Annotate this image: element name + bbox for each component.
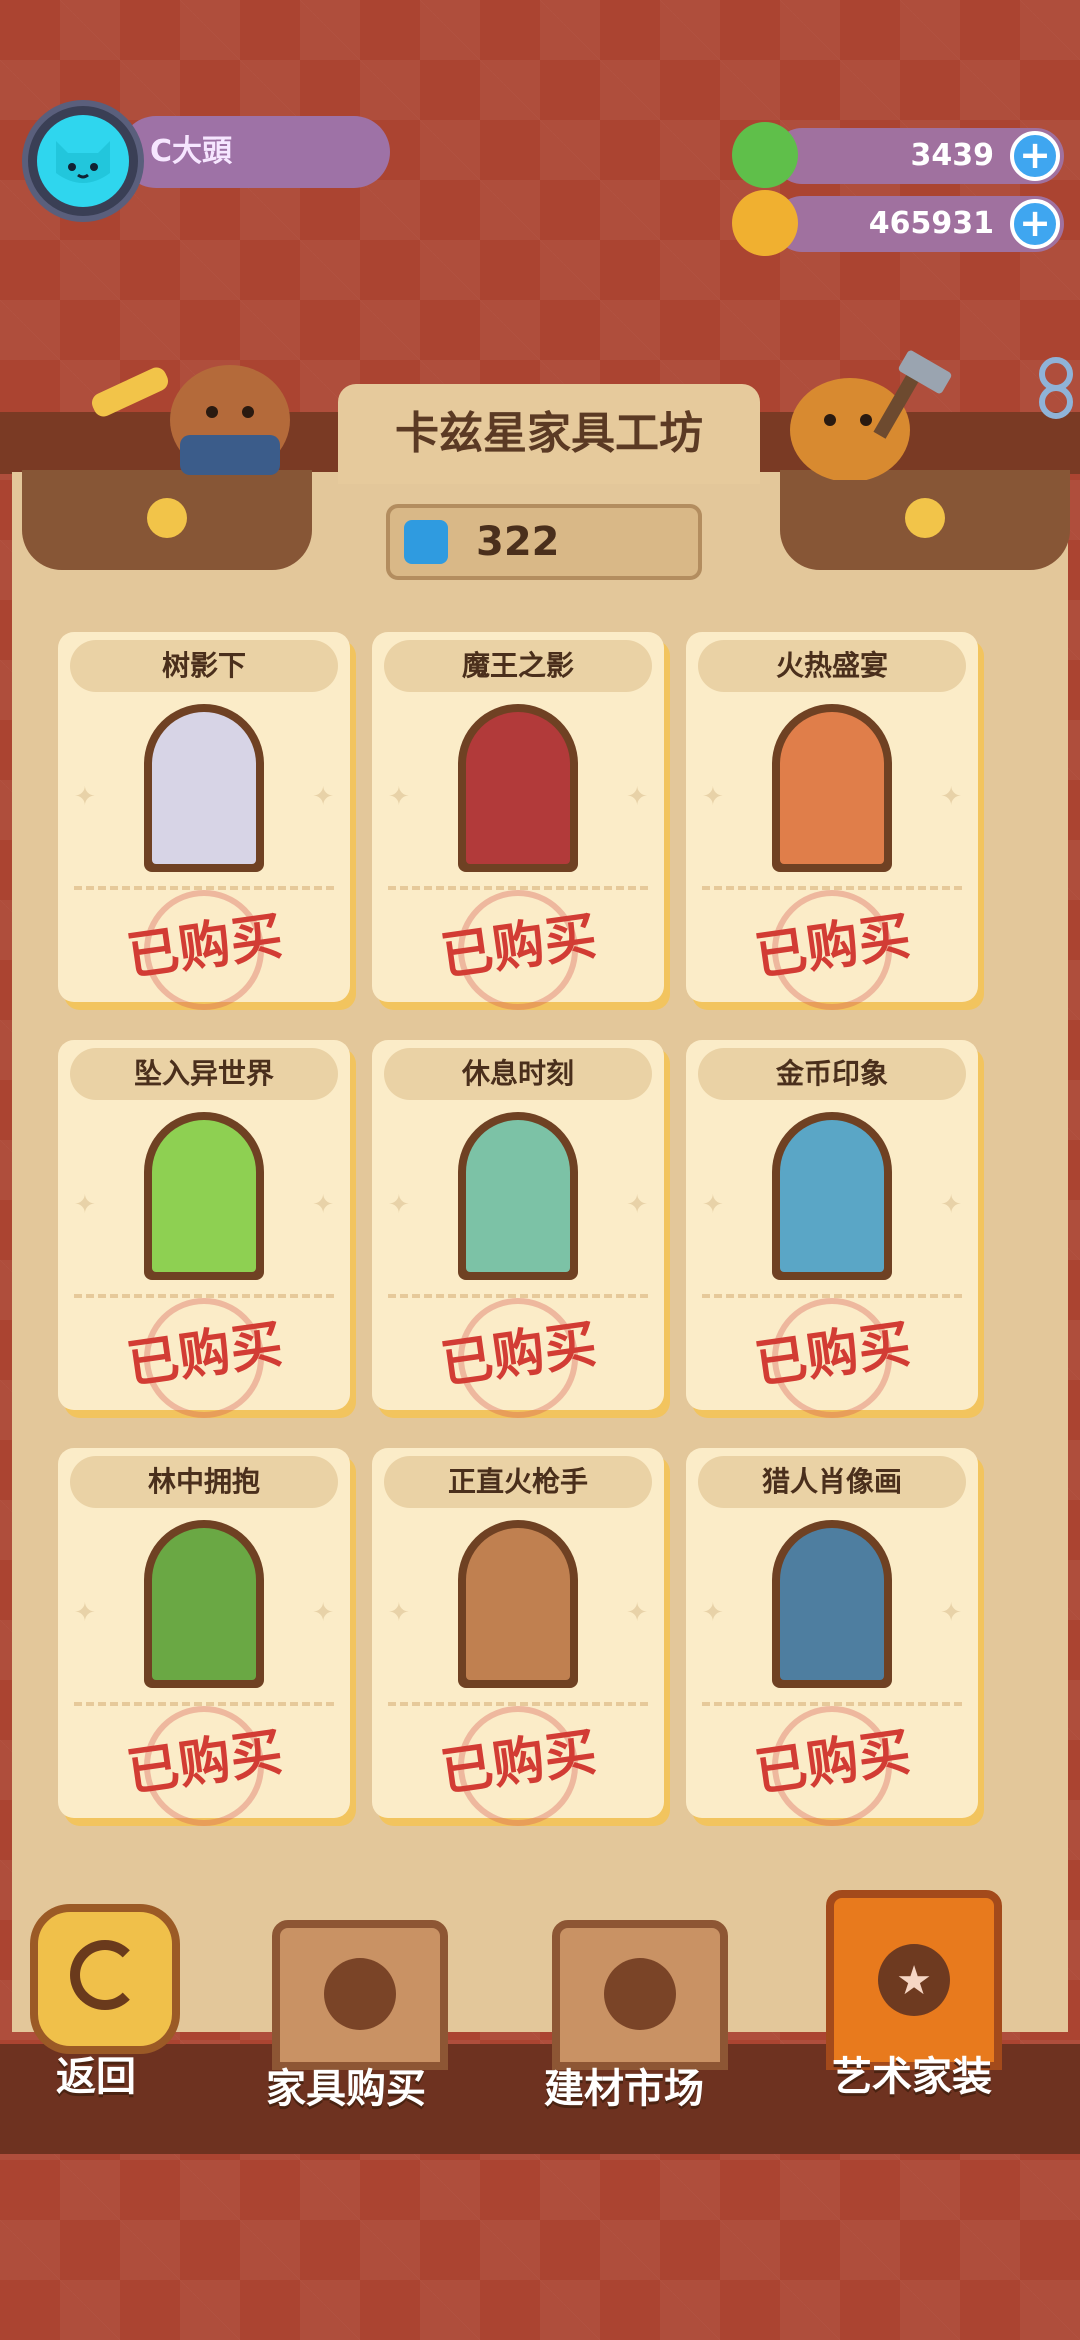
item-card-6[interactable]: 金币印象 ✦ ✦ 已购买 [686,1040,978,1418]
sparkle-icon: ✦ [388,1190,410,1220]
painting-art [466,1528,570,1680]
sparkle-icon: ✦ [312,782,334,812]
painting-frame [772,1520,892,1688]
item-card-2[interactable]: 魔王之影 ✦ ✦ 已购买 [372,632,664,1010]
item-title: 魔王之影 [384,640,652,692]
sparkle-icon: ✦ [312,1190,334,1220]
ticket-icon [404,520,448,564]
painting-frame [772,1112,892,1280]
painting-art [466,1120,570,1272]
ticket-counter: 322 [386,504,702,580]
ticket-count: 322 [476,519,560,565]
sparkle-icon: ✦ [74,1598,96,1628]
paint-brush-icon [604,1958,676,2030]
item-title: 树影下 [70,640,338,692]
item-title: 火热盛宴 [698,640,966,692]
sparkle-icon: ✦ [702,1190,724,1220]
add-coin-button[interactable]: + [1010,199,1060,249]
painting-art [152,712,256,864]
item-card-8[interactable]: 正直火枪手 ✦ ✦ 已购买 [372,1448,664,1826]
scissors-icon[interactable] [1030,350,1080,420]
sparkle-icon: ✦ [702,782,724,812]
painting-frame [144,1112,264,1280]
left-hanging-sign [22,470,312,570]
sparkle-icon: ✦ [312,1598,334,1628]
green-gem-icon [732,122,798,188]
item-title: 正直火枪手 [384,1456,652,1508]
painting-art [780,1120,884,1272]
back-button[interactable] [30,1904,180,2054]
mascot-left-icon [91,365,290,475]
tab-furniture-label: 家具购买 [266,2066,426,2112]
sparkle-icon: ✦ [940,1598,962,1628]
painting-frame [144,704,264,872]
item-card-7[interactable]: 林中拥抱 ✦ ✦ 已购买 [58,1448,350,1826]
clover-icon [147,498,187,538]
mascot-right-icon [790,350,952,480]
item-title: 金币印象 [698,1048,966,1100]
painting-art [780,712,884,864]
painting-frame [144,1520,264,1688]
art-star-icon: ★ [878,1944,950,2016]
sparkle-icon: ✦ [388,782,410,812]
item-card-1[interactable]: 树影下 ✦ ✦ 已购买 [58,632,350,1010]
coin-value: 465931 [868,206,994,241]
gold-coin-icon [732,190,798,256]
painting-art [466,712,570,864]
item-card-5[interactable]: 休息时刻 ✦ ✦ 已购买 [372,1040,664,1418]
item-card-4[interactable]: 坠入异世界 ✦ ✦ 已购买 [58,1040,350,1418]
gem-value: 3439 [910,138,995,173]
sparkle-icon: ✦ [74,782,96,812]
sparkle-icon: ✦ [702,1598,724,1628]
add-gem-button[interactable]: + [1010,131,1060,181]
tab-art-label: 艺术家装 [832,2054,992,2100]
painting-frame [458,1112,578,1280]
tab-materials-label: 建材市场 [544,2066,704,2112]
tab-art[interactable]: ★ [826,1890,1002,2070]
shop-title: 卡兹星家具工坊 [338,384,760,484]
return-arrow-icon [70,1940,140,2010]
painting-frame [458,1520,578,1688]
sparkle-icon: ✦ [940,782,962,812]
gift-icon [324,1958,396,2030]
sparkle-icon: ✦ [74,1190,96,1220]
coin-currency: 465931 + [732,190,1064,256]
item-title: 休息时刻 [384,1048,652,1100]
painting-art [780,1528,884,1680]
back-label: 返回 [56,2054,136,2100]
sparkle-icon: ✦ [626,1190,648,1220]
item-title: 猎人肖像画 [698,1456,966,1508]
tab-materials[interactable] [552,1920,728,2070]
right-hanging-sign [780,470,1070,570]
tab-furniture[interactable] [272,1920,448,2070]
item-title: 坠入异世界 [70,1048,338,1100]
item-card-3[interactable]: 火热盛宴 ✦ ✦ 已购买 [686,632,978,1010]
clover-icon [905,498,945,538]
gem-currency: 3439 + [732,122,1064,188]
sparkle-icon: ✦ [626,1598,648,1628]
cat-avatar-icon [37,115,129,207]
painting-art [152,1120,256,1272]
item-title: 林中拥抱 [70,1456,338,1508]
player-avatar[interactable] [22,100,144,222]
player-name: C大頭 [120,116,390,188]
sparkle-icon: ✦ [388,1598,410,1628]
sparkle-icon: ✦ [626,782,648,812]
sparkle-icon: ✦ [940,1190,962,1220]
painting-frame [772,704,892,872]
item-card-9[interactable]: 猎人肖像画 ✦ ✦ 已购买 [686,1448,978,1826]
painting-art [152,1528,256,1680]
painting-frame [458,704,578,872]
